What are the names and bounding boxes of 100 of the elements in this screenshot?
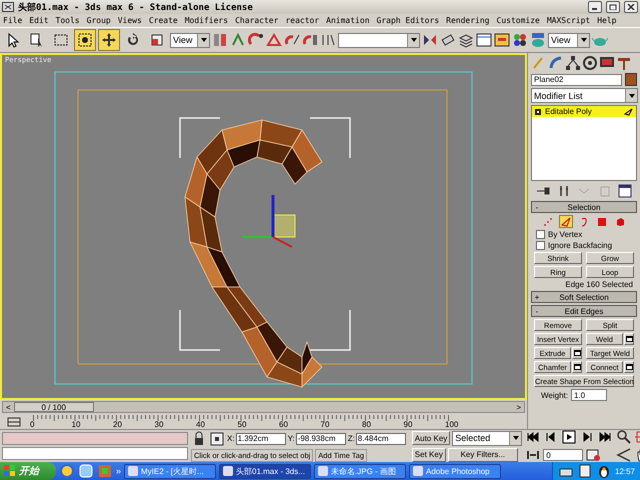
rollout-header[interactable]: + Soft Selection	[531, 291, 637, 303]
clock: 12:57	[614, 466, 635, 476]
close-button[interactable]	[624, 1, 638, 13]
timeline-label: 50	[238, 420, 246, 428]
minimize-button[interactable]	[588, 1, 602, 13]
render-type-dropdown[interactable]: View	[548, 32, 590, 48]
layers-icon[interactable]	[458, 32, 474, 48]
menu-item[interactable]: Modifiers	[184, 16, 228, 25]
taskbar-button[interactable]: MyIE2 - [火星时...	[124, 464, 216, 478]
checkbox[interactable]	[536, 241, 545, 250]
track-bar-icon	[6, 416, 22, 428]
auto-key-button[interactable]: Auto Key	[412, 431, 450, 445]
timeline-label: 0	[30, 420, 34, 428]
motion-tab-icon[interactable]	[582, 55, 598, 71]
selection-rollout-header[interactable]: - Selection	[531, 201, 637, 213]
taskbar-button[interactable]: 头部01.max - 3ds...	[219, 464, 312, 478]
spinner-snap-icon[interactable]	[302, 32, 318, 48]
menu-item[interactable]: Views	[118, 16, 142, 25]
render-scene-icon[interactable]	[530, 32, 546, 48]
key-filters-button[interactable]: Key Filters...	[448, 448, 518, 462]
object-color-swatch[interactable]	[625, 73, 637, 86]
coordinate-field[interactable]: 8.484cm	[356, 432, 406, 444]
taskbar-button[interactable]: Adobe Photoshop	[409, 464, 502, 478]
object-name-field[interactable]: Plane02	[531, 74, 622, 86]
settings-button[interactable]	[572, 361, 582, 373]
time-slider-thumb[interactable]: 0 / 100	[14, 402, 94, 412]
go-to-end-icon[interactable]	[597, 429, 614, 445]
window-crossing-icon	[77, 32, 93, 48]
sub-object-level-button[interactable]	[541, 215, 555, 228]
restore-icon	[609, 4, 617, 10]
mirror-icon[interactable]	[422, 32, 438, 48]
time-slider[interactable]: < 0 / 100 >	[2, 401, 525, 414]
menu-item[interactable]: reactor	[285, 16, 320, 25]
go-to-start-icon[interactable]	[525, 429, 542, 445]
set-key-button[interactable]: Set Key	[412, 448, 446, 462]
sub-object-level-button[interactable]	[595, 215, 609, 228]
browser-icon[interactable]	[59, 463, 75, 479]
snap-magnet-icon[interactable]	[248, 32, 264, 48]
edit-named-selection-icon[interactable]	[320, 32, 336, 48]
time-configuration-icon[interactable]	[585, 447, 602, 463]
field-of-view-icon[interactable]	[616, 447, 632, 463]
window-crossing-tool[interactable]	[74, 29, 96, 51]
zoom-icon[interactable]	[616, 429, 632, 445]
hierarchy-tab-icon[interactable]	[565, 55, 581, 71]
help-icon[interactable]	[576, 463, 593, 479]
named-selection-dropdown[interactable]	[338, 32, 420, 48]
menu-item[interactable]: Rendering	[446, 16, 490, 25]
more-quick-launch-button[interactable]: »	[116, 466, 122, 476]
reference-coordinate-dropdown[interactable]: View	[170, 32, 210, 48]
menu-item[interactable]: Tools	[56, 16, 80, 25]
settings-window-icon	[574, 364, 580, 370]
settings-button[interactable]	[572, 347, 582, 359]
menu-item[interactable]: Help	[597, 16, 616, 25]
restore-button[interactable]	[606, 1, 620, 13]
media-icon[interactable]	[97, 463, 113, 479]
previous-frame-arrow[interactable]: <	[3, 402, 14, 412]
move-tool[interactable]	[98, 29, 120, 51]
material-editor-icon[interactable]	[512, 32, 528, 48]
coordinate-field[interactable]: -98.938cm	[296, 432, 346, 444]
taskbar-button[interactable]: 未命名.JPG - 画图	[314, 464, 406, 478]
close-icon	[627, 4, 635, 10]
settings-button[interactable]	[624, 361, 634, 373]
sub-object-level-button[interactable]	[559, 215, 573, 228]
next-frame-arrow[interactable]: >	[513, 402, 524, 412]
rollout-sign: +	[534, 292, 540, 302]
modify-tab-icon[interactable]	[548, 55, 564, 71]
play-icon[interactable]	[561, 429, 578, 445]
timeline-label: 60	[279, 420, 288, 428]
settings-window-icon	[626, 336, 632, 342]
current-frame-field[interactable]: 0	[543, 449, 584, 461]
key-set-dropdown[interactable]: Selected	[452, 430, 522, 446]
rollout-sign: -	[534, 306, 540, 316]
coordinate-field[interactable]: 1.392cm	[236, 432, 286, 444]
rotate-icon	[125, 32, 141, 48]
rollout-header[interactable]: - Edit Edges	[531, 305, 637, 317]
edge-triangle-icon	[561, 216, 571, 226]
menu-item[interactable]: Graph Editors	[376, 16, 440, 25]
menu-item[interactable]: Customize	[496, 16, 540, 25]
desktop-icon[interactable]	[78, 463, 94, 479]
modifier-stack-item[interactable]: Editable Poly	[532, 106, 636, 117]
maxscript-listener-field[interactable]	[2, 432, 188, 445]
menu-item[interactable]: MAXScript	[546, 16, 590, 25]
menu-item[interactable]: Animation	[326, 16, 370, 25]
menu-item[interactable]: Group	[86, 16, 111, 25]
menu-item[interactable]: Create	[148, 16, 178, 25]
checkbox[interactable]	[536, 230, 545, 239]
menu-item[interactable]: File	[3, 16, 22, 25]
weight-field[interactable]: 1.0	[570, 389, 607, 401]
configure-sets-icon[interactable]	[617, 183, 633, 199]
settings-button[interactable]	[624, 333, 634, 345]
rectangle-selection-icon	[53, 32, 69, 48]
modifier-list-dropdown[interactable]: Modifier List	[531, 88, 638, 103]
curve-editor-icon[interactable]	[476, 32, 492, 48]
maxscript-output-field[interactable]	[2, 447, 188, 460]
menu-item[interactable]: Character	[235, 16, 278, 25]
hammer-icon[interactable]	[616, 55, 632, 71]
timeline-label: 20	[113, 420, 122, 428]
schematic-view-icon[interactable]	[494, 32, 510, 48]
absolute-mode-icon[interactable]	[209, 430, 225, 446]
menu-item[interactable]: Edit	[29, 16, 49, 25]
